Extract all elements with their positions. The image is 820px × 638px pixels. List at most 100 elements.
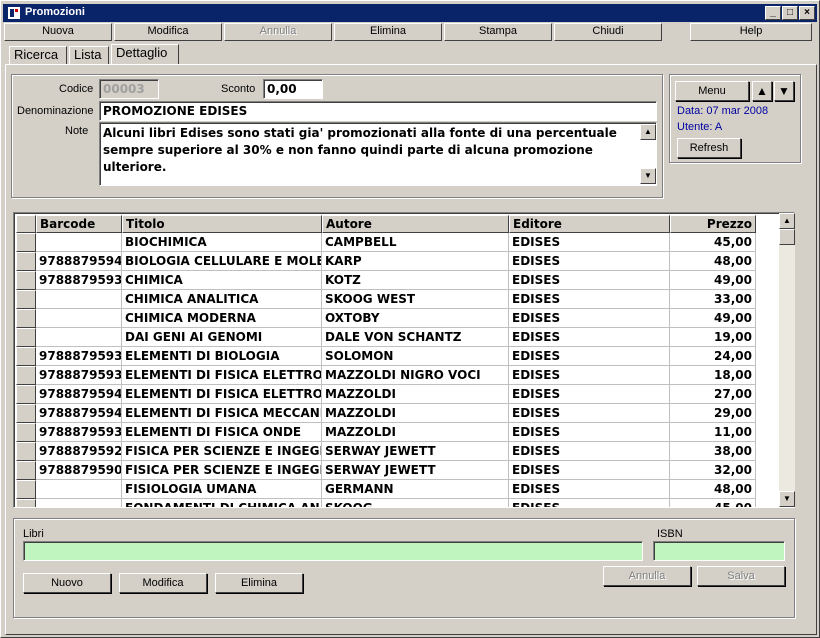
cell-titolo[interactable]: CHIMICA MODERNA [122,309,322,328]
row-indicator[interactable] [16,423,36,442]
header-editore[interactable]: Editore [509,215,670,233]
denominazione-field[interactable]: PROMOZIONE EDISES [99,101,657,121]
row-indicator[interactable] [16,309,36,328]
cell-titolo[interactable]: DAI GENI AI GENOMI [122,328,322,347]
tab-lista[interactable]: Lista [69,46,109,64]
modifica-toolbar-button[interactable]: Modifica [114,23,222,41]
cell-prezzo[interactable]: 49,00 [670,309,756,328]
cell-barcode[interactable] [36,233,122,252]
cell-editore[interactable]: EDISES [509,328,670,347]
cell-titolo[interactable]: ELEMENTI DI FISICA ELETTROMAGNETISMO [122,366,322,385]
cell-editore[interactable]: EDISES [509,252,670,271]
cell-prezzo[interactable]: 49,00 [670,271,756,290]
cell-titolo[interactable]: CHIMICA ANALITICA [122,290,322,309]
tab-ricerca[interactable]: Ricerca [9,46,67,64]
row-indicator[interactable] [16,442,36,461]
cell-prezzo[interactable]: 29,00 [670,404,756,423]
cell-barcode[interactable]: 9788879593434 [36,423,122,442]
cell-prezzo[interactable]: 18,00 [670,366,756,385]
table-row[interactable]: 9788879593304ELEMENTI DI BIOLOGIASOLOMON… [16,347,756,366]
cell-prezzo[interactable]: 19,00 [670,328,756,347]
chiudi-button[interactable]: Chiudi [554,23,662,41]
header-barcode[interactable]: Barcode [36,215,122,233]
cell-prezzo[interactable]: 48,00 [670,252,756,271]
libri-field[interactable] [23,541,643,561]
cell-barcode[interactable]: 9788879593762 [36,271,122,290]
grid-scroll-thumb[interactable] [779,229,795,245]
cell-titolo[interactable]: ELEMENTI DI FISICA ONDE [122,423,322,442]
cell-titolo[interactable]: FONDAMENTI DI CHIMICA ANALITICA [122,499,322,507]
cell-editore[interactable]: EDISES [509,271,670,290]
cell-autore[interactable]: SERWAY JEWETT [322,461,509,480]
cell-editore[interactable]: EDISES [509,461,670,480]
annulla-button[interactable]: Annulla [603,566,691,586]
cell-barcode[interactable] [36,328,122,347]
row-indicator[interactable] [16,404,36,423]
cell-autore[interactable]: GERMANN [322,480,509,499]
cell-autore[interactable]: SOLOMON [322,347,509,366]
modifica-button[interactable]: Modifica [119,573,207,593]
note-scroll-down[interactable]: ▼ [640,168,656,184]
cell-titolo[interactable]: FISICA PER SCIENZE E INGEGNERIA [122,442,322,461]
table-row[interactable]: 9788879594349BIOLOGIA CELLULARE E MOLECO… [16,252,756,271]
note-scroll-up[interactable]: ▲ [640,124,656,140]
refresh-button[interactable]: Refresh [677,138,741,158]
header-titolo[interactable]: Titolo [122,215,322,233]
help-button[interactable]: Help [690,23,812,41]
cell-autore[interactable]: SKOOG WEST [322,290,509,309]
row-indicator[interactable] [16,328,36,347]
table-row[interactable]: 9788879593434ELEMENTI DI FISICA ONDEMAZZ… [16,423,756,442]
row-indicator[interactable] [16,252,36,271]
cell-autore[interactable]: KOTZ [322,271,509,290]
close-button[interactable]: × [799,6,815,20]
cell-autore[interactable]: DALE VON SCHANTZ [322,328,509,347]
cell-autore[interactable]: MAZZOLDI [322,423,509,442]
cell-prezzo[interactable]: 24,00 [670,347,756,366]
cell-titolo[interactable]: FISIOLOGIA UMANA [122,480,322,499]
cell-editore[interactable]: EDISES [509,366,670,385]
cell-autore[interactable]: MAZZOLDI [322,385,509,404]
grid-scroll-down[interactable]: ▼ [779,491,795,507]
cell-editore[interactable]: EDISES [509,499,670,507]
cell-barcode[interactable]: 9788879594181 [36,404,122,423]
cell-editore[interactable]: EDISES [509,480,670,499]
cell-prezzo[interactable]: 45,00 [670,233,756,252]
cell-titolo[interactable]: ELEMENTI DI FISICA ELETTROMAGNETISMO [122,385,322,404]
cell-prezzo[interactable]: 33,00 [670,290,756,309]
sconto-field[interactable]: 0,00 [263,79,323,99]
menu-button[interactable]: Menu [675,81,749,101]
table-row[interactable]: 9788879590617FISICA PER SCIENZE E INGEGN… [16,461,756,480]
row-indicator[interactable] [16,271,36,290]
cell-barcode[interactable]: 9788879592581 [36,442,122,461]
cell-barcode[interactable]: 9788879590617 [36,461,122,480]
cell-editore[interactable]: EDISES [509,404,670,423]
row-indicator[interactable] [16,499,36,507]
cell-autore[interactable]: MAZZOLDI [322,404,509,423]
cell-editore[interactable]: EDISES [509,385,670,404]
table-row[interactable]: 9788879594181ELEMENTI DI FISICA MECCANIC… [16,404,756,423]
isbn-field[interactable] [653,541,785,561]
cell-barcode[interactable] [36,480,122,499]
cell-prezzo[interactable]: 27,00 [670,385,756,404]
table-row[interactable]: DAI GENI AI GENOMI DALE VON SCHANTZ EDISES… [16,328,756,347]
row-indicator[interactable] [16,385,36,404]
table-row[interactable]: 9788879593762CHIMICAKOTZEDISES49,00 [16,271,756,290]
maximize-button[interactable]: □ [782,6,798,20]
table-row[interactable]: FONDAMENTI DI CHIMICA ANALITICASKOOGEDIS… [16,499,756,507]
cell-autore[interactable]: KARP [322,252,509,271]
cell-titolo[interactable]: CHIMICA [122,271,322,290]
cell-editore[interactable]: EDISES [509,423,670,442]
cell-autore[interactable]: MAZZOLDI NIGRO VOCI [322,366,509,385]
row-indicator[interactable] [16,366,36,385]
cell-barcode[interactable] [36,309,122,328]
cell-editore[interactable]: EDISES [509,347,670,366]
cell-prezzo[interactable]: 32,00 [670,461,756,480]
arrow-down-button[interactable]: ▼ [774,81,794,101]
header-autore[interactable]: Autore [322,215,509,233]
cell-autore[interactable]: OXTOBY [322,309,509,328]
elimina-button[interactable]: Elimina [215,573,303,593]
cell-titolo[interactable]: ELEMENTI DI FISICA MECCANICA [122,404,322,423]
annulla-toolbar-button[interactable]: Annulla [224,23,332,41]
cell-autore[interactable]: SKOOG [322,499,509,507]
cell-editore[interactable]: EDISES [509,442,670,461]
